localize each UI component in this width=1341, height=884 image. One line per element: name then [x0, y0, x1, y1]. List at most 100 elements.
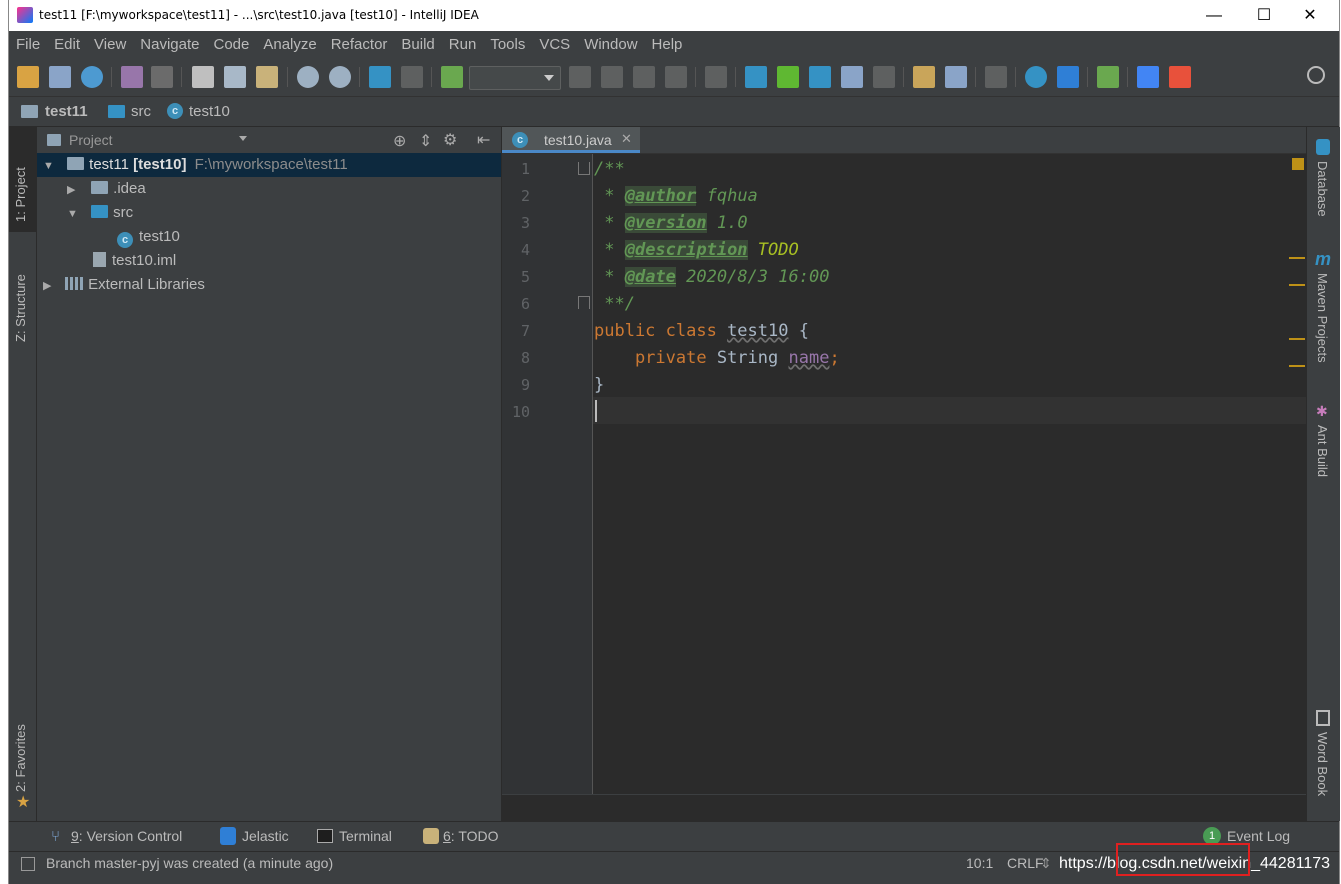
tab-terminal[interactable]: Terminal [339, 828, 392, 844]
tab-version-control[interactable]: 9: Version Control [71, 828, 182, 844]
tab-ant-build[interactable]: Ant Build [1315, 425, 1330, 477]
maximize-button[interactable]: ☐ [1241, 0, 1287, 31]
tab-project[interactable]: 1: Project [9, 127, 36, 232]
tab-structure[interactable]: Z: Structure [13, 247, 28, 342]
tab-word-book[interactable]: Word Book [1315, 732, 1330, 796]
search-everywhere-icon[interactable] [1307, 66, 1325, 84]
expand-arrow-icon[interactable]: ▼ [67, 202, 81, 226]
collapse-all-icon[interactable]: ⇕ [419, 131, 432, 151]
menu-analyze[interactable]: Analyze [256, 31, 323, 58]
minimize-button[interactable]: — [1191, 0, 1237, 31]
menu-window[interactable]: Window [577, 31, 644, 58]
tab-test10-java[interactable]: c test10.java ✕ [502, 127, 640, 153]
error-stripe-mark[interactable] [1289, 365, 1305, 367]
hide-panel-icon[interactable]: ⇤ [477, 130, 490, 150]
cut-icon[interactable] [192, 66, 214, 88]
copy-icon[interactable] [224, 66, 246, 88]
menu-build[interactable]: Build [394, 31, 441, 58]
expand-arrow-icon[interactable]: ▼ [43, 154, 57, 178]
download-icon[interactable] [985, 66, 1007, 88]
jelastic-icon[interactable] [1057, 66, 1079, 88]
translate-replace-icon[interactable] [1169, 66, 1191, 88]
coverage-icon[interactable] [633, 66, 655, 88]
vcs-revert-icon[interactable] [873, 66, 895, 88]
undo-icon[interactable] [121, 66, 143, 88]
window-title: test11 [F:\myworkspace\test11] - ...\src… [39, 8, 479, 22]
fold-icon[interactable] [578, 162, 590, 175]
line-separator[interactable]: CRLF [1007, 855, 1044, 871]
plugin-icon[interactable] [1097, 66, 1119, 88]
menu-run[interactable]: Run [442, 31, 484, 58]
inspection-status-icon[interactable] [1292, 158, 1304, 170]
project-structure-icon[interactable] [945, 66, 967, 88]
menu-code[interactable]: Code [206, 31, 256, 58]
menu-vcs[interactable]: VCS [532, 31, 577, 58]
breadcrumb-src[interactable]: src [131, 103, 151, 120]
debug-icon[interactable] [601, 66, 623, 88]
caret-position[interactable]: 10:1 [966, 855, 993, 871]
breadcrumb-project[interactable]: test11 [45, 103, 88, 120]
tab-favorites[interactable]: 2: Favorites [13, 712, 28, 792]
error-stripe-mark[interactable] [1289, 257, 1305, 259]
vcs-commit-icon[interactable] [777, 66, 799, 88]
horizontal-scrollbar[interactable] [502, 794, 1306, 822]
project-panel-title[interactable]: Project [69, 132, 113, 148]
tab-jelastic[interactable]: Jelastic [242, 828, 289, 844]
text-caret [595, 400, 597, 422]
open-folder-icon[interactable] [17, 66, 39, 88]
run-configuration-select[interactable] [469, 66, 561, 90]
tab-todo[interactable]: 6: TODO [443, 828, 499, 844]
tab-database[interactable]: Database [1315, 161, 1330, 217]
breadcrumb-class[interactable]: test10 [189, 103, 230, 120]
expand-arrow-icon[interactable]: ▶ [67, 178, 81, 202]
forward-icon[interactable] [401, 66, 423, 88]
menu-navigate[interactable]: Navigate [133, 31, 206, 58]
error-stripe-mark[interactable] [1289, 338, 1305, 340]
error-stripe-mark[interactable] [1289, 284, 1305, 286]
tree-item-project-root[interactable]: ▼ test11 [test10] F:\myworkspace\test11 [37, 153, 501, 177]
tab-maven-projects[interactable]: Maven Projects [1315, 273, 1330, 363]
close-tab-icon[interactable]: ✕ [621, 131, 632, 147]
type-name: String [716, 348, 789, 368]
tree-item-external-libraries[interactable]: ▶ External Libraries [43, 273, 205, 297]
translate-icon[interactable] [1137, 66, 1159, 88]
find-icon[interactable] [297, 66, 319, 88]
fold-icon[interactable] [578, 296, 590, 309]
close-button[interactable]: ✕ [1287, 0, 1333, 31]
build-icon[interactable] [441, 66, 463, 88]
menu-refactor[interactable]: Refactor [324, 31, 395, 58]
help-icon[interactable] [1025, 66, 1047, 88]
tool-window-toggle-icon[interactable] [21, 857, 35, 871]
menu-tools[interactable]: Tools [483, 31, 532, 58]
paste-icon[interactable] [256, 66, 278, 88]
code-text: } [594, 375, 605, 395]
gear-icon[interactable]: ⚙ [443, 130, 457, 150]
tree-item-idea[interactable]: ▶ .idea [67, 177, 146, 201]
expand-arrow-icon[interactable]: ▶ [43, 274, 57, 298]
run-icon[interactable] [569, 66, 591, 88]
status-message[interactable]: Branch master-pyj was created (a minute … [46, 855, 333, 871]
vcs-compare-icon[interactable] [809, 66, 831, 88]
sdk-icon[interactable] [705, 66, 727, 88]
replace-icon[interactable] [329, 66, 351, 88]
code-editor[interactable]: 1 2 3 4 5 6 7 8 9 10 /** * @author fqhua… [502, 154, 1306, 822]
tree-item-src[interactable]: ▼ src [67, 201, 133, 225]
menu-edit[interactable]: Edit [47, 31, 87, 58]
save-icon[interactable] [49, 66, 71, 88]
redo-icon[interactable] [151, 66, 173, 88]
settings-wrench-icon[interactable] [913, 66, 935, 88]
locate-icon[interactable]: ⊕ [393, 131, 406, 151]
vcs-update-icon[interactable] [745, 66, 767, 88]
menu-file[interactable]: File [9, 31, 47, 58]
sync-icon[interactable] [81, 66, 103, 88]
tree-item-iml[interactable]: test10.iml [93, 249, 176, 273]
tab-event-log[interactable]: Event Log [1227, 828, 1290, 844]
menu-help[interactable]: Help [645, 31, 690, 58]
back-icon[interactable] [369, 66, 391, 88]
menu-view[interactable]: View [87, 31, 133, 58]
chevron-down-icon[interactable] [239, 136, 247, 141]
code-line-5: * @date 2020/8/3 16:00 [594, 264, 829, 291]
tree-item-test10-class[interactable]: c test10 [117, 225, 180, 249]
vcs-history-icon[interactable] [841, 66, 863, 88]
stop-icon[interactable] [665, 66, 687, 88]
